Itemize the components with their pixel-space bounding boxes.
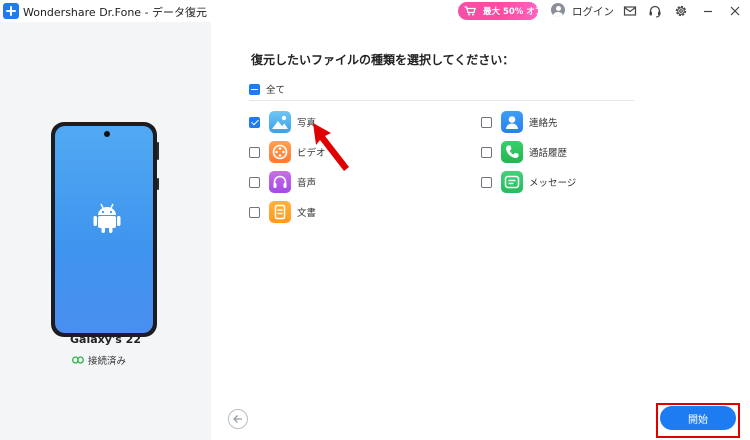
message-checkbox[interactable] — [481, 176, 492, 188]
app-title: Wondershare Dr.Fone - データ復元 — [23, 6, 208, 19]
audio-checkbox[interactable] — [249, 176, 260, 188]
promo-button[interactable]: 最大 50% オフ — [458, 2, 543, 20]
login-button[interactable]: ログイン — [572, 4, 614, 19]
select-all-partial-indicator[interactable] — [249, 83, 260, 95]
option-label: 音声 — [297, 178, 317, 189]
device-panel: Galaxy's 22 接続済み — [0, 22, 211, 440]
file-type-option-photo[interactable]: 写真 — [249, 110, 316, 134]
android-icon — [93, 202, 121, 234]
option-label: 連絡先 — [529, 118, 558, 129]
call-history-icon — [501, 141, 523, 163]
page-title: 復元したいファイルの種類を選択してください： — [251, 53, 515, 67]
user-avatar-icon[interactable] — [551, 3, 565, 17]
divider — [249, 100, 634, 101]
message-icon — [501, 171, 523, 193]
minimize-icon[interactable] — [700, 3, 716, 19]
back-button[interactable] — [228, 409, 248, 429]
video-icon — [269, 141, 291, 163]
close-icon[interactable] — [727, 3, 743, 19]
phone-side-button — [157, 142, 159, 160]
photo-icon — [269, 111, 291, 133]
file-type-option-message[interactable]: メッセージ — [481, 170, 576, 194]
select-all-label: 全て — [266, 85, 286, 96]
option-label: 文書 — [297, 208, 317, 219]
mail-icon[interactable] — [622, 3, 638, 19]
file-type-option-audio[interactable]: 音声 — [249, 170, 316, 194]
document-checkbox[interactable] — [249, 206, 260, 218]
app-logo-icon — [3, 3, 19, 19]
audio-icon — [269, 171, 291, 193]
document-icon — [269, 201, 291, 223]
photo-checkbox[interactable] — [249, 116, 260, 128]
option-label: メッセージ — [529, 178, 577, 189]
connection-status: 接続済み — [72, 353, 126, 367]
phone-screen — [55, 126, 153, 333]
contacts-icon — [501, 111, 523, 133]
gear-icon[interactable] — [673, 3, 689, 19]
start-button[interactable]: 開始 — [660, 406, 736, 430]
title-bar: Wondershare Dr.Fone - データ復元 最大 50% オフ ログ… — [0, 0, 750, 22]
file-type-option-call-history[interactable]: 通話履歴 — [481, 140, 567, 164]
cart-icon — [464, 6, 476, 16]
device-name: Galaxy's 22 — [70, 333, 141, 346]
promo-label: 最大 50% オフ — [483, 7, 544, 17]
video-checkbox[interactable] — [249, 146, 260, 158]
connection-label: 接続済み — [88, 356, 127, 367]
call-history-checkbox[interactable] — [481, 146, 492, 158]
headset-icon[interactable] — [647, 3, 663, 19]
annotation-arrow-icon — [311, 121, 353, 173]
contacts-checkbox[interactable] — [481, 116, 492, 128]
phone-camera — [104, 131, 110, 137]
link-icon — [72, 356, 84, 364]
file-type-option-document[interactable]: 文書 — [249, 200, 316, 224]
phone-illustration — [51, 122, 157, 337]
file-type-option-contacts[interactable]: 連絡先 — [481, 110, 558, 134]
option-label: 通話履歴 — [529, 148, 568, 159]
select-all-checkbox[interactable]: 全て — [249, 82, 285, 96]
phone-side-button — [157, 178, 159, 190]
